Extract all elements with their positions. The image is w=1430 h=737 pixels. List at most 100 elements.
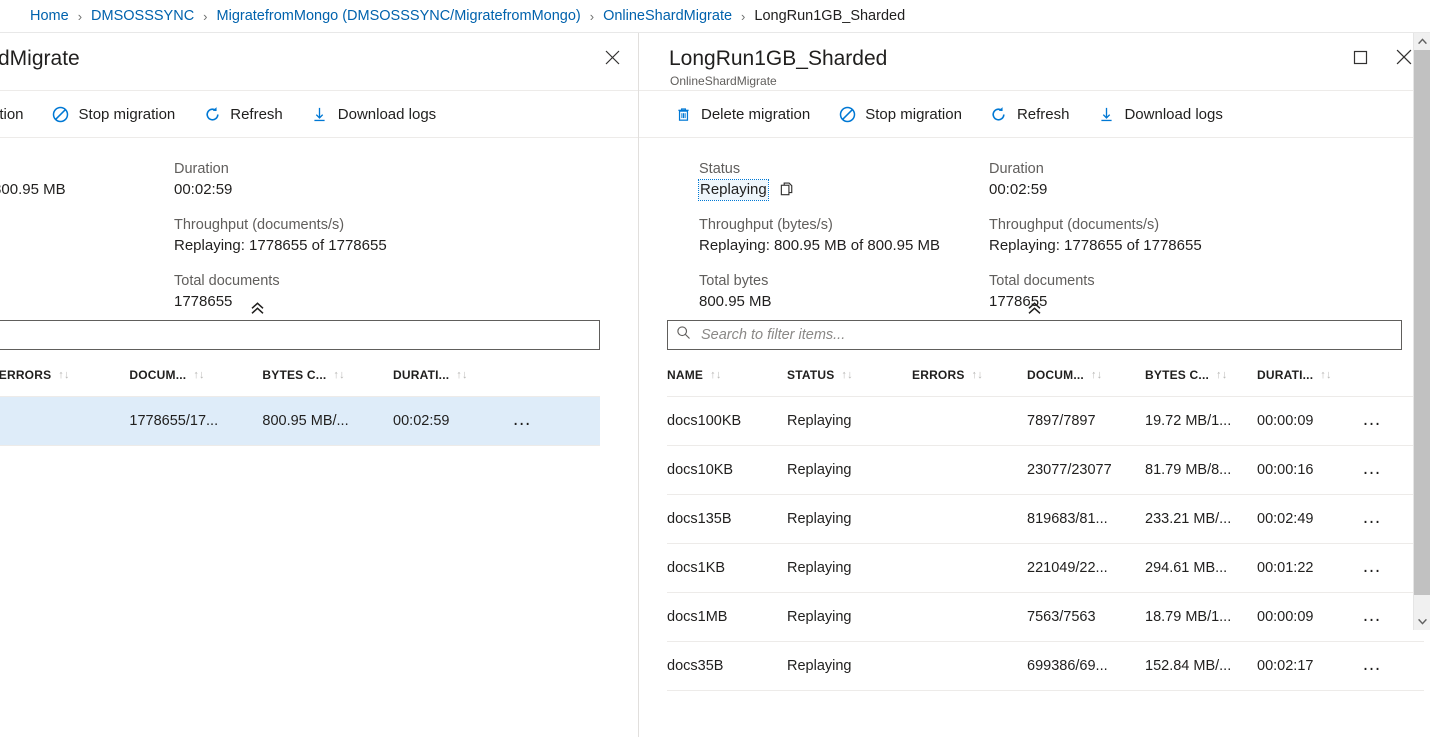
search-input[interactable] [699, 326, 1393, 344]
column-header-errors[interactable]: ERRORS ↑↓ [0, 350, 130, 397]
column-header-name[interactable]: NAME ↑↓ [667, 350, 787, 397]
detail-label: Status [699, 161, 741, 177]
row-more-icon[interactable]: … [1362, 556, 1383, 577]
detail-value: Replaying: 1778655 of 1778655 [989, 237, 1202, 254]
collapse-details-button[interactable] [1018, 298, 1052, 318]
left-blade-details: (bytes/s) 00.95 MB of 800.95 MB Duration… [0, 138, 638, 320]
row-more-icon[interactable]: … [1362, 654, 1383, 675]
column-label: DURATI... [393, 368, 450, 382]
cell-bytes: 800.95 MB/... [262, 396, 394, 446]
row-more-icon[interactable]: … [1362, 458, 1383, 479]
cell-errors [912, 592, 1027, 642]
breadcrumb-item-dmsosssync[interactable]: DMSOSSSYNC [91, 8, 194, 24]
scrollbar-thumb[interactable] [1414, 50, 1430, 595]
right-blade-toolbar: Delete migration Stop migration Refresh … [639, 91, 1430, 138]
row-more-icon[interactable]: … [1362, 409, 1383, 430]
table-row[interactable]: docs1MB Replaying 7563/7563 18.79 MB/1... 00… [667, 592, 1424, 642]
table-row[interactable]: docs100KB Replaying 7897/7897 19.72 MB/1...… [667, 396, 1424, 446]
collapse-details-button[interactable] [240, 298, 274, 318]
toolbar-item-stop-migration[interactable]: Stop migration [829, 99, 971, 129]
block-icon [52, 105, 70, 123]
detail-label: Throughput (documents/s) [174, 217, 345, 233]
detail-value: 00.95 MB of 800.95 MB [0, 181, 66, 198]
cell-name: docs35B [667, 641, 787, 691]
row-more-icon[interactable]: … [1362, 605, 1383, 626]
breadcrumb-item-migratefrommongo[interactable]: MigratefromMongo (DMSOSSSYNC/Migratefrom… [217, 8, 581, 24]
table-row[interactable]: docs135B Replaying 819683/81... 233.21 MB/.… [667, 494, 1424, 544]
right-search-row [639, 320, 1430, 350]
cell-actions[interactable]: … [512, 396, 600, 446]
row-more-icon[interactable]: … [1362, 507, 1383, 528]
detail-label: Duration [989, 161, 1044, 177]
detail-total-bytes: Total bytes 800.95 MB [699, 272, 989, 312]
cell-bytes: 152.84 MB/... [1145, 641, 1257, 691]
column-header-documents[interactable]: DOCUM... ↑↓ [1027, 350, 1145, 397]
column-header-duration[interactable]: DURATI... ↑↓ [393, 350, 513, 397]
cell-documents: 819683/81... [1027, 494, 1145, 544]
cell-duration: 00:02:49 [1257, 494, 1362, 544]
toolbar-item-delete-migration[interactable]: Delete migration [665, 99, 819, 129]
table-body: docs100KB Replaying 7897/7897 19.72 MB/1...… [667, 396, 1424, 691]
column-header-bytes[interactable]: BYTES C... ↑↓ [262, 350, 394, 397]
close-icon[interactable] [598, 43, 626, 71]
column-header-status[interactable]: STATUS ↑↓ [787, 350, 912, 397]
right-table-wrapper: NAME ↑↓ STATUS ↑↓ ERRORS ↑↓ DOCUM... ↑↓ BYTE… [639, 350, 1430, 691]
cell-errors [912, 641, 1027, 691]
cell-errors [0, 396, 130, 446]
left-blade-toolbar: ation Stop migration Refresh Download lo… [0, 91, 638, 138]
left-detail-total-documents: Total documents 1778655 [174, 272, 534, 312]
detail-status: Status Replaying [698, 160, 989, 201]
scroll-down-icon[interactable] [1414, 613, 1430, 630]
cell-errors [912, 396, 1027, 446]
copy-icon[interactable] [779, 181, 796, 198]
search-input[interactable] [0, 326, 591, 344]
column-header-documents[interactable]: DOCUM... ↑↓ [129, 350, 263, 397]
breadcrumb-item-onlineshardmigrate[interactable]: OnlineShardMigrate [603, 8, 732, 24]
column-header-actions [512, 350, 600, 397]
shard-migrations-table: NAME ↑↓ STATUS ↑↓ ERRORS ↑↓ DOCUM... ↑↓ BYTE… [667, 350, 1424, 691]
vertical-scrollbar[interactable] [1413, 33, 1430, 630]
detail-label: Total bytes [699, 273, 769, 289]
status-badge[interactable]: Replaying [698, 179, 769, 201]
cell-status: Replaying [787, 641, 912, 691]
left-blade-header: dMigrate [0, 33, 638, 91]
cell-bytes: 81.79 MB/8... [1145, 445, 1257, 495]
toolbar-item-stop-migration[interactable]: Stop migration [43, 99, 185, 129]
breadcrumb-separator: › [203, 8, 208, 24]
scroll-up-icon[interactable] [1414, 33, 1430, 50]
right-search-box[interactable] [667, 320, 1402, 350]
detail-value: 00:02:59 [989, 181, 1048, 198]
table-row[interactable]: docs1KB Replaying 221049/22... 294.61 MB...… [667, 543, 1424, 593]
cell-status: Replaying [787, 494, 912, 544]
cell-name: docs100KB [667, 396, 787, 446]
table-row[interactable]: docs35B Replaying 699386/69... 152.84 MB/..… [667, 641, 1424, 691]
refresh-icon [203, 105, 221, 123]
column-header-bytes[interactable]: BYTES C... ↑↓ [1145, 350, 1257, 397]
detail-label: Throughput (bytes/s) [699, 217, 833, 233]
toolbar-item-download-logs[interactable]: Download logs [1088, 99, 1231, 129]
cell-actions[interactable]: … [1362, 641, 1424, 691]
maximize-glyph [1353, 50, 1367, 64]
breadcrumb-item-home[interactable]: Home [30, 8, 69, 24]
left-table-wrapper: STATUS↑↓ ERRORS↑↓ DOCUM...↑↓ BYTES C...↑… [0, 350, 638, 446]
maximize-icon[interactable] [1346, 43, 1374, 71]
toolbar-item-download-logs[interactable]: Download logs [302, 99, 445, 129]
left-search-box[interactable] [0, 320, 600, 350]
column-header-errors[interactable]: ERRORS ↑↓ [912, 350, 1027, 397]
cell-duration: 00:00:16 [1257, 445, 1362, 495]
toolbar-item-refresh[interactable]: Refresh [981, 99, 1079, 129]
left-detail-column-2: Duration 00:02:59 Throughput (documents/… [174, 160, 534, 320]
cell-documents: 7563/7563 [1027, 592, 1145, 642]
cell-documents: 221049/22... [1027, 543, 1145, 593]
left-migrations-table: STATUS↑↓ ERRORS↑↓ DOCUM...↑↓ BYTES C...↑… [0, 350, 600, 446]
detail-value: 1778655 [174, 293, 233, 310]
column-label: BYTES C... [262, 368, 327, 382]
column-header-duration[interactable]: DURATI... ↑↓ [1257, 350, 1362, 397]
table-row[interactable]: docs10KB Replaying 23077/23077 81.79 MB/8..… [667, 445, 1424, 495]
toolbar-item-delete-migration-clipped[interactable]: ation [0, 100, 33, 129]
detail-label: Total documents [989, 273, 1095, 289]
left-blade-header-actions [598, 43, 626, 71]
row-more-icon[interactable]: … [512, 409, 533, 430]
table-row[interactable]: Replaying 1778655/17... 800.95 MB/... 00… [0, 396, 600, 446]
toolbar-item-refresh[interactable]: Refresh [194, 99, 292, 129]
